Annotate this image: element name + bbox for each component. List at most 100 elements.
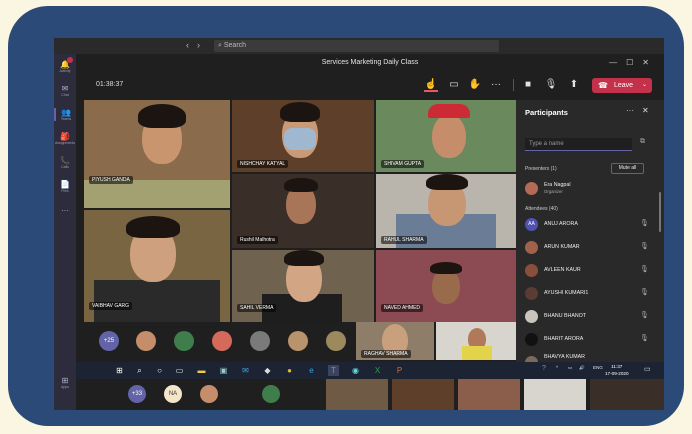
forward-arrow-icon[interactable]: › <box>197 40 208 50</box>
notification-icon[interactable]: ▭ <box>644 365 651 373</box>
rail-item-activity[interactable]: 🔔 Activity <box>54 57 76 73</box>
close-icon[interactable]: ✕ <box>642 58 658 67</box>
camera-icon[interactable]: ■ <box>521 78 535 92</box>
more-options-icon[interactable]: ··· <box>626 106 634 115</box>
excel-icon[interactable]: X <box>372 365 383 376</box>
clock[interactable]: 11:37 17-09-2020 <box>605 363 629 377</box>
avatar[interactable] <box>326 331 346 351</box>
avatar[interactable] <box>288 331 308 351</box>
video-tile[interactable]: RAHUL SHARMA <box>376 174 516 248</box>
mail-icon[interactable]: ✉ <box>240 365 251 376</box>
participant-row[interactable]: BHANU BHANOT 🎙 <box>525 308 655 326</box>
search-input[interactable]: ⌕ Search <box>214 40 499 52</box>
more-actions-icon[interactable]: ··· <box>489 78 503 92</box>
more-participants-button[interactable]: +25 <box>99 331 119 351</box>
video-tile[interactable]: RAGHAV SHARMA <box>356 322 434 360</box>
panel-scrollbar[interactable] <box>659 192 661 232</box>
participant-row[interactable]: Era Nagpal Organizer <box>525 180 655 198</box>
chrome-icon[interactable]: ● <box>284 365 295 376</box>
powerpoint-icon[interactable]: P <box>394 365 405 376</box>
chevron-down-icon[interactable]: ⌄ <box>642 78 647 93</box>
participant-name: VAIBHAV GARG <box>89 302 133 310</box>
volume-icon[interactable]: 🔊 <box>579 365 585 371</box>
rail-item-chat[interactable]: ✉ Chat <box>54 84 76 97</box>
video-tile[interactable]: SAHIL VERMA <box>232 250 374 322</box>
video-tile[interactable] <box>524 379 586 410</box>
file-explorer-icon[interactable]: ▬ <box>196 365 207 376</box>
tray-chevron-icon[interactable]: ^ <box>556 365 558 370</box>
mute-all-button[interactable]: Mute all <box>611 163 644 174</box>
panel-title: Participants <box>525 108 568 117</box>
avatar[interactable] <box>136 331 156 351</box>
search-icon[interactable]: ⌕ <box>134 365 145 376</box>
video-tile[interactable]: VAIBHAV GARG <box>84 210 230 322</box>
teams-taskbar-icon[interactable]: T <box>328 365 339 376</box>
participant-name: Era Nagpal <box>544 182 571 188</box>
participant-row[interactable]: ARUN KUMAR 🎙 <box>525 239 655 257</box>
avatar[interactable] <box>200 385 218 403</box>
windows-start-icon[interactable]: ⊞ <box>114 365 125 376</box>
leave-button[interactable]: ☎ Leave ⌄ <box>592 78 652 93</box>
video-tile[interactable]: PIYUSH GANDA <box>84 100 230 208</box>
history-nav[interactable]: ‹› <box>186 40 208 50</box>
video-tile[interactable]: NAVED AHMED <box>376 250 516 322</box>
rail-item-more[interactable]: ··· <box>54 206 76 215</box>
rail-label: Activity <box>59 69 71 73</box>
title-bar: Services Marketing Daily Class —☐✕ <box>76 54 664 71</box>
avatar <box>525 333 538 346</box>
edge-icon[interactable]: e <box>306 365 317 376</box>
close-panel-icon[interactable]: ✕ <box>642 106 649 115</box>
participant-name: AYUSHI KUMARI1 <box>544 290 589 296</box>
more-participants-button[interactable]: +33 <box>128 385 146 403</box>
mic-muted-icon: 🎙 <box>640 289 649 296</box>
avatar[interactable] <box>212 331 232 351</box>
video-tile[interactable]: NISHCHAY KATYAL <box>232 100 374 172</box>
task-view-icon[interactable]: ▭ <box>174 365 185 376</box>
rail-item-calls[interactable]: 📞 Calls <box>54 156 76 169</box>
video-tile[interactable]: SHIVAM GUPTA <box>376 100 516 172</box>
cortana-icon[interactable]: ○ <box>154 365 165 376</box>
store-icon[interactable]: ▣ <box>218 365 229 376</box>
participant-row[interactable]: AA ANUJ ARORA 🎙 <box>525 216 655 234</box>
avatar <box>525 182 538 195</box>
sweater <box>84 180 230 208</box>
back-arrow-icon[interactable]: ‹ <box>186 40 197 50</box>
app-icon[interactable]: ◆ <box>262 365 273 376</box>
help-icon[interactable]: ? <box>542 365 546 372</box>
video-tile[interactable] <box>458 379 520 410</box>
rail-item-teams[interactable]: 👥 Teams <box>54 108 76 121</box>
participant-search-input[interactable]: Type a name <box>525 138 632 151</box>
minimize-icon[interactable]: — <box>609 58 626 67</box>
participant-row[interactable]: AVLEEN KAUR 🎙 <box>525 262 655 280</box>
share-invite-icon[interactable]: ⧉ <box>640 138 645 146</box>
video-tile[interactable] <box>590 379 664 410</box>
app-icon[interactable]: ◉ <box>350 365 361 376</box>
rail-item-files[interactable]: 📄 Files <box>54 180 76 193</box>
video-tile[interactable]: Rushil Malhotra <box>232 174 374 248</box>
chat-icon[interactable]: ▭ <box>447 78 461 92</box>
share-screen-icon[interactable]: ⬆ <box>567 78 581 92</box>
avatar[interactable] <box>262 385 280 403</box>
video-tile[interactable] <box>326 379 388 410</box>
participant-name: Rushil Malhotra <box>237 236 278 244</box>
mic-muted-icon: 🎙 <box>640 220 649 227</box>
rail-item-assignments[interactable]: 🎒 Assignments <box>54 132 76 145</box>
avatar: AA <box>525 218 538 231</box>
avatar[interactable]: NA <box>164 385 182 403</box>
video-grid: PIYUSH GANDA NISHCHAY KATYAL SHIVAM GUPT… <box>84 100 516 322</box>
video-tile[interactable] <box>436 322 516 360</box>
raise-hand-icon[interactable]: ✋ <box>468 78 482 92</box>
participant-row[interactable]: AYUSHI KUMARI1 🎙 <box>525 285 655 303</box>
maximize-icon[interactable]: ☐ <box>626 58 642 67</box>
participant-row[interactable]: BHAVYA KUMAR <box>525 354 655 362</box>
rail-item-apps[interactable]: ⊞ Apps <box>54 376 76 389</box>
video-tile[interactable] <box>392 379 454 410</box>
participant-row[interactable]: BHARIT ARORA 🎙 <box>525 331 655 349</box>
mic-icon[interactable]: 🎙 <box>544 78 558 92</box>
avatar[interactable] <box>174 331 194 351</box>
battery-icon[interactable]: ▭ <box>568 365 572 371</box>
windows-taskbar: ⊞ ⌕ ○ ▭ ▬ ▣ ✉ ◆ ● e T ◉ X P ? ^ ▭ 🔊 ENG … <box>76 362 664 379</box>
language-indicator[interactable]: ENG <box>593 365 603 370</box>
participants-icon[interactable]: ☝ <box>424 78 438 92</box>
avatar[interactable] <box>250 331 270 351</box>
